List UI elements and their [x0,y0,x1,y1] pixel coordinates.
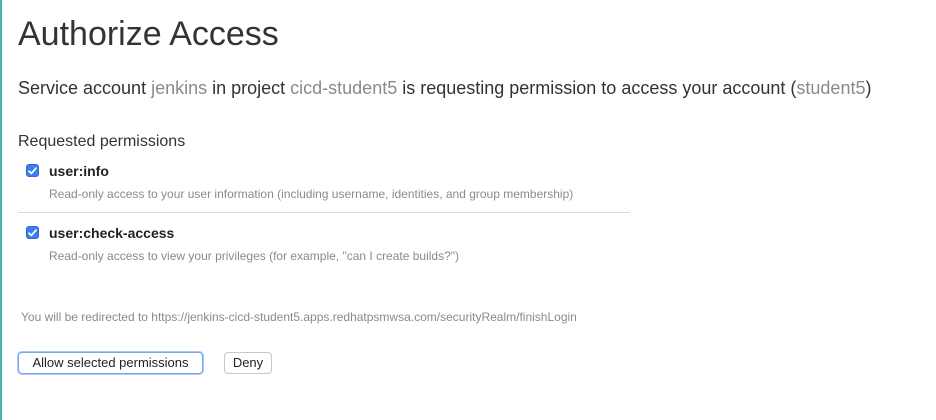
user-info-checkbox[interactable] [26,164,39,177]
request-prefix: Service account [18,78,152,98]
permission-name: user:info [49,163,109,179]
permission-divider [18,212,630,213]
service-account-name: jenkins [151,78,208,98]
page-title: Authorize Access [18,15,279,53]
user-check-access-checkbox[interactable] [26,226,39,239]
project-name: cicd-student5 [290,78,398,98]
account-name: student5 [796,78,866,98]
redirect-notice: You will be redirected to https://jenkin… [21,310,577,324]
authorize-page: Authorize Access Service account jenkins… [0,0,936,420]
permission-description: Read-only access to view your privileges… [49,249,460,263]
deny-button[interactable]: Deny [224,352,272,374]
permission-name: user:check-access [49,225,175,241]
request-suffix: is requesting permission to access your … [397,78,797,98]
permission-description: Read-only access to your user informatio… [49,187,574,201]
allow-selected-permissions-button[interactable]: Allow selected permissions [18,352,203,374]
checkmark-icon [28,166,37,174]
request-message: Service account jenkins in project cicd-… [18,76,871,100]
checkmark-icon [28,228,37,236]
request-middle: in project [207,78,291,98]
requested-permissions-heading: Requested permissions [18,133,186,150]
request-close: ) [865,78,872,98]
